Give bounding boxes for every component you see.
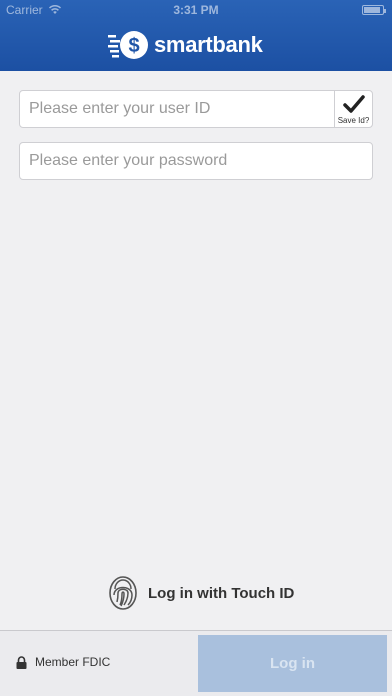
password-input[interactable]	[29, 143, 329, 179]
password-field[interactable]	[19, 142, 373, 180]
lock-icon	[16, 655, 27, 669]
user-id-field[interactable]: Save Id?	[19, 90, 373, 128]
touch-id-label: Log in with Touch ID	[148, 584, 295, 602]
member-fdic-label: Member FDIC	[35, 655, 111, 669]
brand-logo: $ smartbank	[108, 28, 263, 62]
dollar-coin-icon: $	[108, 31, 148, 59]
status-time: 3:31 PM	[173, 3, 219, 17]
checkmark-icon	[343, 95, 365, 113]
brand-name: smartbank	[154, 32, 263, 57]
member-fdic: Member FDIC	[16, 655, 110, 669]
app-header: Carrier 3:31 PM $ smartbank	[0, 0, 392, 71]
battery-icon	[362, 5, 386, 15]
footer-bar: Member FDIC Log in	[0, 630, 392, 696]
status-bar: Carrier 3:31 PM	[0, 0, 392, 20]
svg-text:$: $	[128, 35, 139, 57]
login-button[interactable]: Log in	[198, 635, 387, 692]
fingerprint-icon	[109, 576, 137, 610]
save-id-label: Save Id?	[337, 116, 370, 125]
touch-id-button[interactable]: Log in with Touch ID	[108, 574, 294, 612]
user-id-input[interactable]	[29, 91, 329, 127]
save-id-checkbox[interactable]: Save Id?	[334, 91, 372, 127]
